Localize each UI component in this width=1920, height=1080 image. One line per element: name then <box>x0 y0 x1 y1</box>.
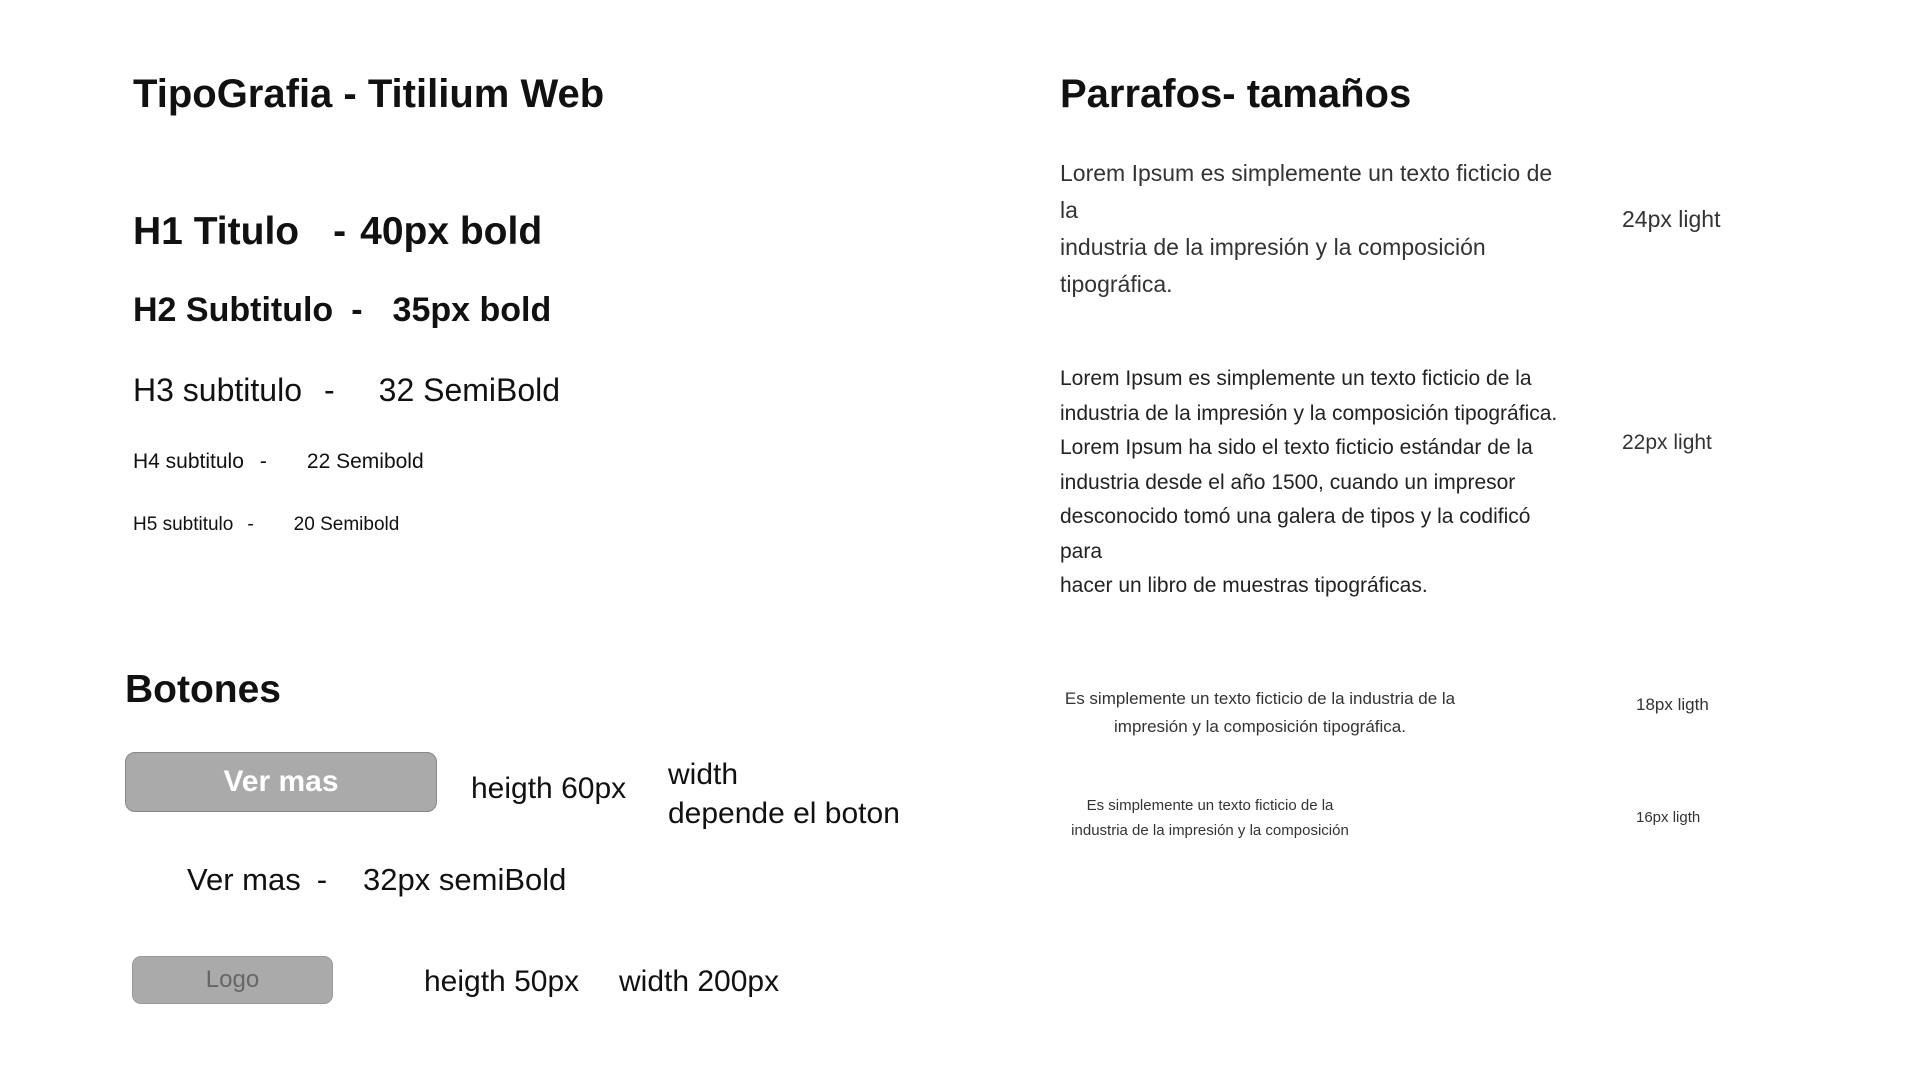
ver-mas-button[interactable]: Ver mas <box>125 752 437 812</box>
paragraph-line: Lorem Ipsum es simplemente un texto fict… <box>1060 367 1532 390</box>
h3-spec-row: H3 subtitulo - 32 SemiBold <box>133 372 560 409</box>
h4-spec: 22 Semibold <box>306 450 424 473</box>
paragraph-line: Lorem Ipsum ha sido el texto ficticio es… <box>1060 436 1533 459</box>
paragraph-18px: Es simplemente un texto ficticio de la i… <box>1060 685 1460 741</box>
logo-button-label: Logo <box>205 966 260 993</box>
h3-separator: - <box>323 372 335 408</box>
h5-spec-row: H5 subtitulo - 20 Semibold <box>133 514 399 536</box>
paragraph-line: hacer un libro de muestras tipográficas. <box>1060 574 1428 597</box>
paragraph-18px-label: 18px ligth <box>1636 695 1709 714</box>
paragraph-line: Es simplemente un texto ficticio de la <box>1086 797 1334 814</box>
ver-mas-width-note-line1: width <box>668 758 739 791</box>
paragraphs-title: Parrafos- tamaños <box>1060 72 1412 116</box>
paragraph-line: Es simplemente un texto ficticio de la i… <box>1064 689 1456 708</box>
h1-spec-row: H1 Titulo -40px bold <box>133 210 542 254</box>
ver-mas-spec-row: Ver mas -32px semiBold <box>187 862 566 898</box>
h2-spec-row: H2 Subtitulo -35px bold <box>133 291 551 330</box>
ver-mas-height-note: heigth 60px <box>471 772 627 805</box>
ver-mas-button-label: Ver mas <box>223 765 339 798</box>
paragraph-16px-label: 16px ligth <box>1636 809 1701 826</box>
logo-width-note: width 200px <box>619 965 780 998</box>
ver-mas-spec-separator: - <box>316 862 328 897</box>
h4-separator: - <box>259 450 267 473</box>
h5-separator: - <box>247 514 254 535</box>
typography-title: TipoGrafia - Titilium Web <box>133 72 605 116</box>
paragraph-line: para <box>1060 539 1103 563</box>
h4-name: H4 subtitulo <box>133 450 244 473</box>
ver-mas-width-note: width depende el boton <box>668 755 928 833</box>
paragraph-16px: Es simplemente un texto ficticio de la i… <box>1060 793 1360 843</box>
h2-spec: 35px bold <box>392 291 552 329</box>
logo-button[interactable]: Logo <box>132 956 333 1004</box>
h3-spec: 32 SemiBold <box>378 372 561 408</box>
h1-spec: 40px bold <box>360 210 543 253</box>
h2-separator: - <box>351 291 363 329</box>
paragraph-line: impresión y la composición tipográfica. <box>1114 717 1406 736</box>
h4-spec-row: H4 subtitulo - 22 Semibold <box>133 450 424 474</box>
ver-mas-spec: 32px semiBold <box>363 862 567 897</box>
paragraph-24px-label: 24px light <box>1622 206 1721 232</box>
paragraph-line: industria de la impresión y la composici… <box>1060 401 1558 425</box>
paragraph-line: tipográfica. <box>1060 271 1173 297</box>
paragraph-line: Lorem Ipsum es simplemente un texto fict… <box>1060 160 1553 186</box>
paragraph-line: industria desde el año 1500, cuando un i… <box>1060 470 1516 494</box>
h2-name: H2 Subtitulo <box>133 291 334 329</box>
buttons-title: Botones <box>125 668 281 711</box>
h1-name: H1 Titulo <box>133 210 300 253</box>
logo-height-note: heigth 50px <box>424 965 580 998</box>
paragraph-22px-label: 22px light <box>1622 431 1712 454</box>
paragraph-24px: Lorem Ipsum es simplemente un texto fict… <box>1060 155 1570 303</box>
h1-separator: - <box>333 210 347 253</box>
paragraph-line: desconocido tomó una galera de tipos y l… <box>1060 505 1531 528</box>
h5-name: H5 subtitulo <box>133 514 234 535</box>
paragraph-line: la <box>1060 197 1078 223</box>
ver-mas-spec-name: Ver mas <box>187 862 301 897</box>
paragraph-22px: Lorem Ipsum es simplemente un texto fict… <box>1060 362 1570 604</box>
h3-name: H3 subtitulo <box>133 372 302 408</box>
paragraph-line: industria de la impresión y la composici… <box>1071 822 1349 839</box>
ver-mas-width-note-line2: depende el boton <box>668 797 900 830</box>
h5-spec: 20 Semibold <box>293 514 400 535</box>
paragraph-line: industria de la impresión y la composici… <box>1060 234 1486 260</box>
